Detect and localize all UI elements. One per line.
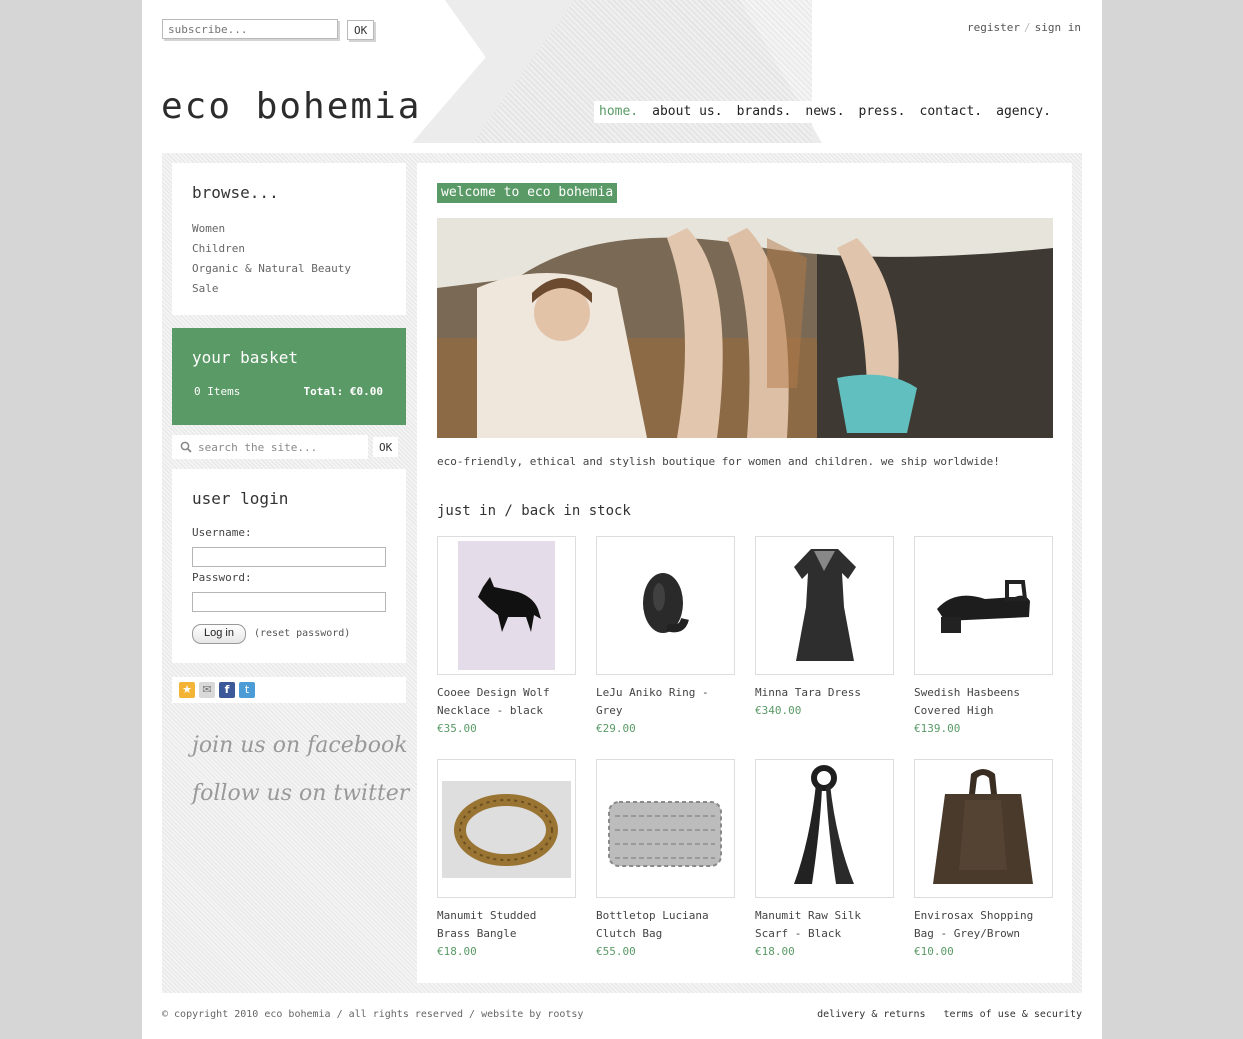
browse-item-children[interactable]: Children: [192, 239, 351, 259]
product-price: €139.00: [914, 722, 961, 735]
product-name[interactable]: Envirosax Shopping Bag - Grey/Brown: [914, 907, 1053, 943]
search-input[interactable]: search the site...: [198, 441, 317, 454]
product-name[interactable]: Manumit Studded Brass Bangle: [437, 907, 576, 943]
password-label: Password:: [192, 571, 252, 584]
product-price: €35.00: [437, 722, 477, 735]
login-button[interactable]: Log in: [192, 624, 246, 644]
product-name[interactable]: Minna Tara Dress: [755, 684, 894, 702]
nav-about-us[interactable]: about us.: [645, 101, 729, 123]
nav-press[interactable]: press.: [852, 101, 913, 123]
footer-links: delivery & returns terms of use & securit…: [799, 1009, 1082, 1020]
nav-home[interactable]: home.: [594, 101, 645, 123]
basket-title: your basket: [192, 348, 298, 367]
browse-box: browse... Women Children Organic & Natur…: [172, 163, 406, 315]
nav-news[interactable]: news.: [798, 101, 851, 123]
browse-list: Women Children Organic & Natural Beauty …: [192, 219, 351, 299]
facebook-icon[interactable]: f: [219, 682, 235, 698]
subscribe-input[interactable]: [162, 19, 338, 39]
basket-box[interactable]: your basket 0 Items Total: €0.00: [172, 328, 406, 425]
reset-password-link[interactable]: (reset password): [254, 628, 350, 639]
subscribe-ok-button[interactable]: OK: [347, 20, 375, 40]
delivery-returns-link[interactable]: delivery & returns: [817, 1009, 925, 1020]
product-image[interactable]: [596, 759, 735, 898]
search-ok-button[interactable]: OK: [373, 437, 399, 457]
product-image[interactable]: [437, 759, 576, 898]
product-price: €18.00: [755, 945, 795, 958]
browse-item-sale[interactable]: Sale: [192, 279, 351, 299]
product-name[interactable]: Bottletop Luciana Clutch Bag: [596, 907, 735, 943]
main-nav: home. about us. brands. news. press. con…: [594, 101, 1058, 123]
content-frame: browse... Women Children Organic & Natur…: [162, 153, 1082, 993]
basket-count: 0 Items: [194, 385, 241, 398]
product-name[interactable]: Swedish Hasbeens Covered High: [914, 684, 1053, 720]
product-image[interactable]: [755, 536, 894, 675]
nav-brands[interactable]: brands.: [730, 101, 799, 123]
just-in-title: just in / back in stock: [437, 503, 631, 519]
product-price: €18.00: [437, 945, 477, 958]
search-icon: [180, 441, 192, 453]
follow-twitter-link[interactable]: follow us on twitter: [192, 781, 409, 806]
twitter-icon[interactable]: t: [239, 682, 255, 698]
product-price: €340.00: [755, 704, 802, 717]
product-image[interactable]: [755, 759, 894, 898]
username-label: Username:: [192, 526, 252, 539]
page: OK register / sign in eco bohemia home. ab…: [142, 0, 1102, 1039]
browse-item-women[interactable]: Women: [192, 219, 351, 239]
browse-title: browse...: [192, 183, 279, 202]
product-image[interactable]: [437, 536, 576, 675]
product-image[interactable]: [596, 536, 735, 675]
password-field[interactable]: [192, 592, 386, 612]
nav-agency[interactable]: agency.: [989, 101, 1058, 123]
product-image[interactable]: [914, 759, 1053, 898]
hero-image: [437, 218, 1053, 438]
main-content: welcome to eco bohemia eco-friendly, eth…: [417, 163, 1072, 983]
product-name[interactable]: LeJu Aniko Ring - Grey: [596, 684, 735, 720]
login-title: user login: [192, 489, 289, 508]
link-separator: /: [1024, 21, 1031, 34]
product-price: €10.00: [914, 945, 954, 958]
browse-item-beauty[interactable]: Organic & Natural Beauty: [192, 259, 351, 279]
product-price: €29.00: [596, 722, 636, 735]
email-icon[interactable]: ✉: [199, 682, 215, 698]
product-name[interactable]: Cooee Design Wolf Necklace - black: [437, 684, 576, 720]
join-facebook-link[interactable]: join us on facebook: [192, 733, 408, 758]
tagline: eco-friendly, ethical and stylish boutiq…: [437, 455, 1000, 468]
product-price: €55.00: [596, 945, 636, 958]
nav-contact[interactable]: contact.: [913, 101, 990, 123]
username-field[interactable]: [192, 547, 386, 567]
basket-total: Total: €0.00: [303, 385, 383, 398]
favorite-icon[interactable]: ★: [179, 682, 195, 698]
terms-link[interactable]: terms of use & security: [944, 1009, 1082, 1020]
product-image[interactable]: [914, 536, 1053, 675]
site-logo[interactable]: eco bohemia: [161, 86, 421, 127]
user-login-box: user login Username: Password: Log in (r…: [172, 469, 406, 663]
account-links: register / sign in: [967, 21, 1081, 34]
welcome-heading: welcome to eco bohemia: [437, 183, 618, 203]
site-search[interactable]: search the site...: [172, 435, 368, 459]
copyright: © copyright 2010 eco bohemia / all right…: [162, 1009, 584, 1020]
social-bar: ★ ✉ f t: [172, 677, 406, 703]
product-name[interactable]: Manumit Raw Silk Scarf - Black: [755, 907, 894, 943]
sign-in-link[interactable]: sign in: [1035, 21, 1081, 34]
register-link[interactable]: register: [967, 21, 1020, 34]
